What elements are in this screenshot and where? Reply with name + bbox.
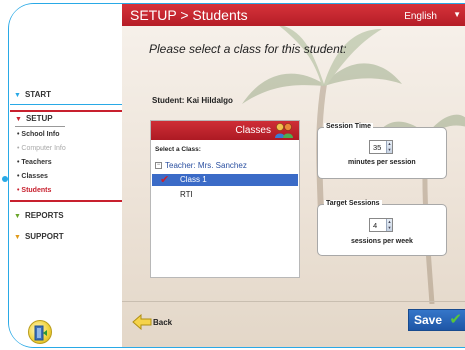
class-label: Class 1: [180, 175, 207, 184]
triangle-down-icon: ▼: [14, 213, 21, 220]
nav-item-teachers[interactable]: • Teachers: [17, 159, 52, 166]
nav-reports[interactable]: ▼ REPORTS: [14, 211, 64, 220]
main-content: SETUP > Students English ▼ Please select…: [122, 4, 465, 347]
nav-support[interactable]: ▼ SUPPORT: [14, 232, 64, 241]
session-time-group: Session Time 35 ▲ ▼ minutes per session: [317, 123, 447, 179]
session-time-value[interactable]: 35: [373, 143, 381, 152]
back-button[interactable]: Back: [153, 318, 172, 327]
door-icon: [34, 325, 47, 341]
nav-item-classes[interactable]: • Classes: [17, 173, 48, 180]
instruction-text: Please select a class for this student:: [149, 42, 347, 56]
session-time-caption: minutes per session: [348, 159, 416, 166]
target-sessions-group: Target Sessions 4 ▲ ▼ sessions per week: [317, 200, 447, 256]
nav-support-label: SUPPORT: [24, 232, 64, 241]
teacher-tree-node[interactable]: − Teacher: Mrs. Sanchez: [155, 161, 247, 170]
spinner-arrows-icon[interactable]: ▲ ▼: [386, 141, 392, 153]
collapse-icon[interactable]: −: [155, 162, 162, 170]
nav-item-computer-info: • Computer Info: [17, 145, 66, 152]
palm-tree-decoration: [372, 114, 465, 304]
nav-setup-label: SETUP: [25, 114, 53, 123]
class-list-item-selected[interactable]: ✔ Class 1: [152, 174, 298, 186]
footer-divider: [122, 301, 465, 302]
nav-divider: [10, 104, 122, 105]
page-title: SETUP > Students: [130, 7, 248, 23]
classes-panel-header: Classes: [151, 121, 299, 140]
save-label: Save: [414, 313, 443, 327]
triangle-down-icon: ▼: [14, 234, 21, 241]
page-header: SETUP > Students English ▼: [122, 4, 465, 26]
checkmark-icon: ✔: [449, 311, 462, 328]
nav-start[interactable]: ▼ START: [14, 90, 51, 99]
classes-panel: Classes Select a Class: − Teacher: Mrs. S…: [150, 120, 300, 278]
triangle-down-icon: ▼: [14, 92, 21, 99]
class-list-item[interactable]: RTI: [180, 190, 193, 199]
save-button[interactable]: Save ✔: [408, 309, 465, 331]
nav-item-students[interactable]: • Students: [17, 187, 51, 194]
nav-setup-section: ▼ SETUP • School Info • Computer Info • T…: [10, 110, 123, 202]
triangle-down-icon: ▼: [15, 116, 22, 123]
classes-panel-title: Classes: [235, 125, 271, 136]
session-time-title: Session Time: [324, 123, 374, 130]
target-sessions-title: Target Sessions: [324, 200, 382, 207]
back-arrow-icon[interactable]: [132, 314, 152, 330]
exit-button[interactable]: [28, 320, 52, 344]
nav-reports-label: REPORTS: [24, 211, 64, 220]
select-class-label: Select a Class:: [155, 146, 201, 153]
chevron-down-icon[interactable]: ▼: [453, 10, 461, 19]
people-icon: [275, 123, 293, 138]
spinner-arrows-icon[interactable]: ▲ ▼: [386, 219, 392, 231]
nav-start-label: START: [24, 90, 52, 99]
nav-item-school-info[interactable]: • School Info: [17, 131, 60, 138]
checkmark-icon: ✔: [160, 174, 170, 186]
language-selector[interactable]: English: [404, 11, 437, 22]
nav-setup[interactable]: ▼ SETUP: [15, 114, 53, 123]
session-time-stepper[interactable]: 35 ▲ ▼: [369, 140, 393, 154]
target-sessions-value[interactable]: 4: [373, 221, 377, 230]
setup-underline: [15, 126, 65, 127]
student-name: Student: Kai Hildalgo: [152, 96, 233, 105]
target-sessions-stepper[interactable]: 4 ▲ ▼: [369, 218, 393, 232]
frame-bullet-icon: [2, 176, 8, 182]
target-sessions-caption: sessions per week: [351, 238, 413, 245]
teacher-label: Teacher: Mrs. Sanchez: [165, 161, 247, 170]
